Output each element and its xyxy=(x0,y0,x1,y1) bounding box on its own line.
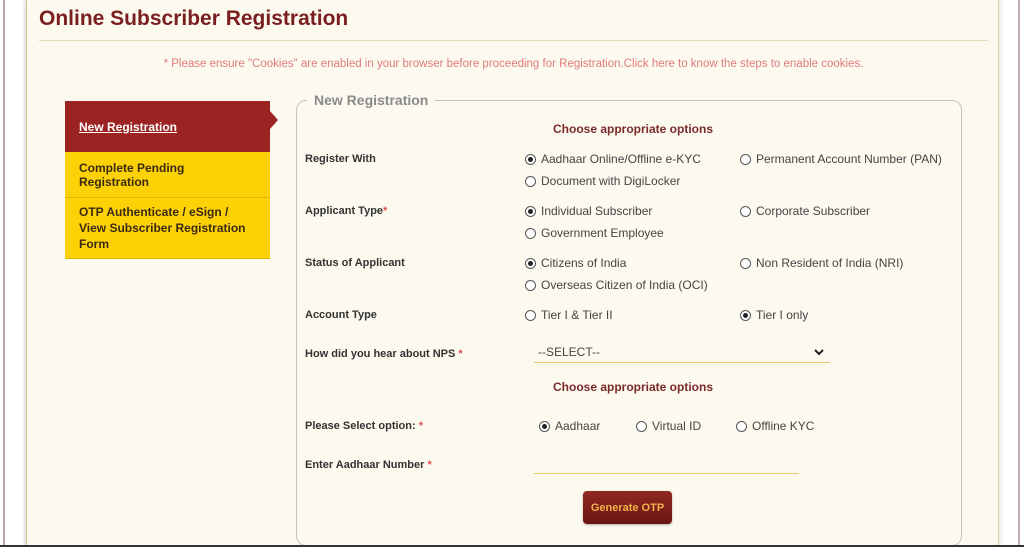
radio-label: Offline KYC xyxy=(752,419,815,433)
required-mark: * xyxy=(418,420,423,432)
radio-label: Corporate Subscriber xyxy=(756,204,871,218)
radio-label: Citizens of India xyxy=(541,256,627,270)
page-title: Online Subscriber Registration xyxy=(39,7,349,30)
sidebar-item-label: OTP Authenticate / eSign / View Subscrib… xyxy=(79,205,246,251)
radio-checked-icon xyxy=(525,205,536,217)
radio-unchecked-icon xyxy=(740,153,751,165)
radio-tier-1-only[interactable]: Tier I only xyxy=(740,308,808,322)
radio-unchecked-icon xyxy=(740,205,751,217)
radio-digilocker[interactable]: Document with DigiLocker xyxy=(525,174,680,188)
enable-cookies-link[interactable]: Click here to know the steps to enable c… xyxy=(624,58,864,70)
applicant-type-label: Applicant Type* xyxy=(305,205,387,217)
radio-offline-kyc[interactable]: Offline KYC xyxy=(736,419,814,433)
radio-unchecked-icon xyxy=(525,175,536,187)
radio-tier-1-and-2[interactable]: Tier I & Tier II xyxy=(525,308,613,322)
sidebar-item-new-registration[interactable]: New Registration xyxy=(65,101,278,152)
section-heading: Choose appropriate options xyxy=(553,380,714,394)
label-text: Please Select option: xyxy=(305,420,416,432)
window-right-border xyxy=(1018,0,1020,547)
radio-label: Permanent Account Number (PAN) xyxy=(756,152,942,166)
radio-checked-icon xyxy=(525,257,536,269)
radio-citizens-of-india[interactable]: Citizens of India xyxy=(525,256,626,270)
radio-checked-icon xyxy=(525,153,536,165)
radio-label: Virtual ID xyxy=(652,419,702,433)
register-with-label: Register With xyxy=(305,153,376,165)
sidebar-item-otp-esign[interactable]: OTP Authenticate / eSign / View Subscrib… xyxy=(65,198,270,259)
hear-about-nps-label: How did you hear about NPS * xyxy=(305,348,463,360)
cookie-notice: * Please ensure "Cookies" are enabled in… xyxy=(27,58,1000,70)
aadhaar-number-input[interactable] xyxy=(534,456,799,474)
radio-unchecked-icon xyxy=(525,309,536,321)
status-of-applicant-label: Status of Applicant xyxy=(305,257,405,269)
radio-unchecked-icon xyxy=(636,420,647,432)
title-divider xyxy=(39,40,988,41)
radio-label: Tier I only xyxy=(756,308,809,322)
fieldset-legend: New Registration xyxy=(307,92,436,108)
window-left-border xyxy=(3,0,5,547)
label-text: How did you hear about NPS xyxy=(305,348,456,360)
radio-checked-icon xyxy=(539,420,550,432)
radio-label: Aadhaar Online/Offline e-KYC xyxy=(541,152,701,166)
radio-label: Overseas Citizen of India (OCI) xyxy=(541,278,708,292)
sidebar: New Registration Complete Pending Regist… xyxy=(65,101,278,259)
radio-unchecked-icon xyxy=(525,227,536,239)
radio-pan[interactable]: Permanent Account Number (PAN) xyxy=(740,152,942,166)
new-registration-fieldset: New Registration Choose appropriate opti… xyxy=(296,92,962,546)
cookie-notice-text: * Please ensure "Cookies" are enabled in… xyxy=(163,58,624,70)
radio-unchecked-icon xyxy=(736,420,747,432)
radio-nri[interactable]: Non Resident of India (NRI) xyxy=(740,256,903,270)
chevron-down-icon xyxy=(814,348,824,355)
required-mark: * xyxy=(383,205,388,217)
hear-about-nps-select[interactable]: --SELECT-- xyxy=(534,341,830,363)
radio-label: Aadhaar xyxy=(555,419,601,433)
radio-virtual-id[interactable]: Virtual ID xyxy=(636,419,701,433)
radio-label: Individual Subscriber xyxy=(541,204,653,218)
account-type-label: Account Type xyxy=(305,309,377,321)
radio-label: Non Resident of India (NRI) xyxy=(756,256,904,270)
page-container: Online Subscriber Registration * Please … xyxy=(26,0,1000,546)
radio-aadhaar[interactable]: Aadhaar xyxy=(539,419,600,433)
radio-aadhaar-ekyc[interactable]: Aadhaar Online/Offline e-KYC xyxy=(525,152,701,166)
radio-government-employee[interactable]: Government Employee xyxy=(525,226,664,240)
section-heading: Choose appropriate options xyxy=(553,122,714,136)
select-value: --SELECT-- xyxy=(538,344,601,359)
radio-corporate-subscriber[interactable]: Corporate Subscriber xyxy=(740,204,870,218)
radio-oci[interactable]: Overseas Citizen of India (OCI) xyxy=(525,278,708,292)
select-option-label: Please Select option: * xyxy=(305,420,423,432)
sidebar-item-label: New Registration xyxy=(79,119,178,134)
radio-individual-subscriber[interactable]: Individual Subscriber xyxy=(525,204,652,218)
sidebar-item-label: Complete Pending Registration xyxy=(79,160,185,189)
required-mark: * xyxy=(427,459,432,471)
radio-label: Tier I & Tier II xyxy=(541,308,613,322)
radio-label: Government Employee xyxy=(541,226,664,240)
radio-label: Document with DigiLocker xyxy=(541,174,681,188)
label-text: Applicant Type xyxy=(305,205,384,217)
generate-otp-button[interactable]: Generate OTP xyxy=(583,491,672,524)
radio-checked-icon xyxy=(740,309,751,321)
radio-unchecked-icon xyxy=(740,257,751,269)
label-text: Enter Aadhaar Number xyxy=(305,459,425,471)
sidebar-item-complete-pending[interactable]: Complete Pending Registration xyxy=(65,152,270,198)
radio-unchecked-icon xyxy=(525,279,536,291)
aadhaar-number-label: Enter Aadhaar Number * xyxy=(305,459,432,471)
required-mark: * xyxy=(458,348,463,360)
